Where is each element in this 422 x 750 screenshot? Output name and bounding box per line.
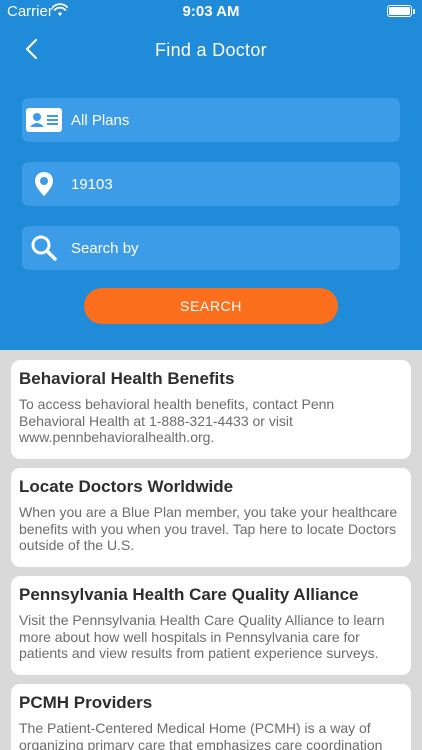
clock: 9:03 AM [182, 3, 240, 20]
info-card-quality-alliance[interactable]: Pennsylvania Health Care Quality Allianc… [11, 576, 411, 675]
card-title: Behavioral Health Benefits [19, 369, 235, 388]
page-title: Find a Doctor [155, 40, 267, 60]
id-card-icon [26, 102, 62, 138]
search-icon [26, 230, 62, 266]
info-card-behavioral-health[interactable]: Behavioral Health Benefits To access beh… [11, 360, 411, 459]
location-value: 19103 [71, 176, 113, 193]
card-body: Visit the Pennsylvania Health Care Quali… [19, 612, 385, 661]
card-body: The Patient-Centered Medical Home (PCMH)… [19, 720, 383, 750]
card-title: Locate Doctors Worldwide [19, 477, 234, 496]
search-button[interactable]: SEARCH [84, 288, 338, 324]
plan-value: All Plans [71, 112, 130, 129]
card-title: PCMH Providers [19, 693, 153, 712]
battery-icon [387, 5, 415, 17]
location-input[interactable]: 19103 [22, 162, 400, 206]
card-title: Pennsylvania Health Care Quality Allianc… [19, 585, 359, 604]
search-input[interactable]: Search by [22, 226, 400, 270]
card-body: When you are a Blue Plan member, you tak… [19, 504, 398, 553]
location-pin-icon [26, 166, 62, 202]
info-card-pcmh[interactable]: PCMH Providers The Patient-Centered Medi… [11, 684, 411, 750]
plan-selector[interactable]: All Plans [22, 98, 400, 142]
info-card-locate-worldwide[interactable]: Locate Doctors Worldwide When you are a … [11, 468, 411, 567]
card-body: To access behavioral health benefits, co… [19, 396, 335, 445]
navigation-bar: Find a Doctor [0, 28, 422, 72]
search-placeholder: Search by [71, 240, 139, 257]
status-bar: Carrier 9:03 AM [0, 0, 422, 22]
